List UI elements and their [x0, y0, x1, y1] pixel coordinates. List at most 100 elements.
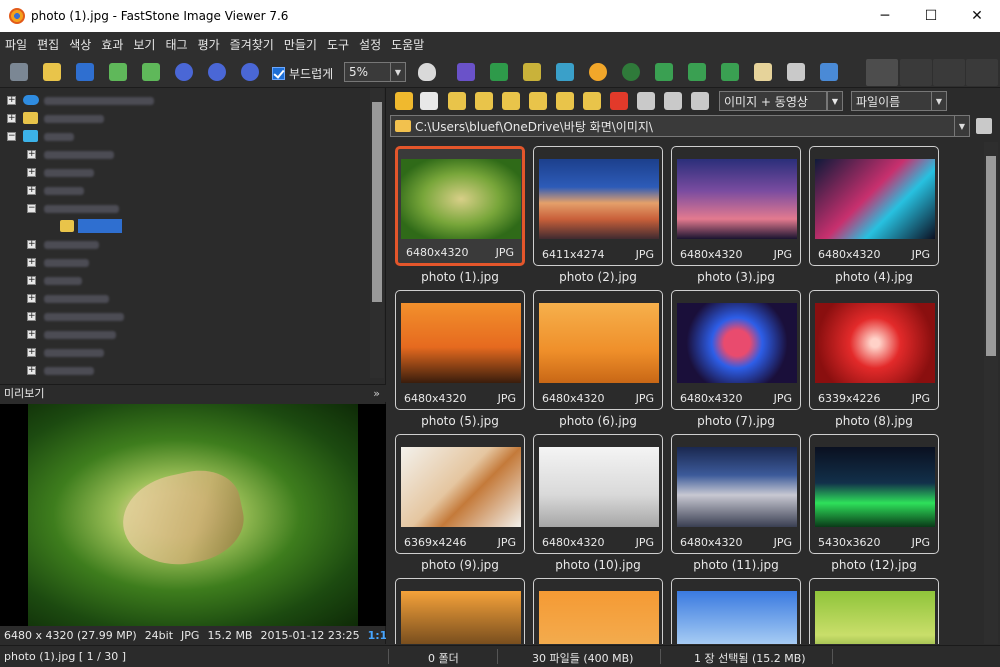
move-to-icon[interactable] — [583, 92, 601, 110]
tree-item[interactable]: + — [0, 236, 370, 254]
thumbnail-filename[interactable]: photo (12).jpg — [809, 558, 939, 572]
zoom-in-icon[interactable] — [173, 61, 195, 83]
thumbnail-filename[interactable]: photo (4).jpg — [809, 270, 939, 284]
expand-icon[interactable]: + — [27, 348, 36, 357]
menu-effects[interactable]: 효과 — [96, 36, 128, 53]
slideshow-icon[interactable] — [455, 61, 477, 83]
delete-icon[interactable] — [610, 92, 628, 110]
thumbnail-filename[interactable]: photo (2).jpg — [533, 270, 663, 284]
print-icon[interactable] — [785, 61, 807, 83]
thumbnail-card[interactable]: 6480x4320 JPG — [395, 290, 525, 410]
prev-icon[interactable] — [107, 61, 129, 83]
zoom-out-icon[interactable] — [206, 61, 228, 83]
collapse-chevron-icon[interactable]: » — [373, 385, 380, 403]
camera-icon[interactable] — [8, 61, 30, 83]
expand-icon[interactable]: + — [27, 312, 36, 321]
expand-icon[interactable]: + — [27, 276, 36, 285]
expand-icon[interactable]: + — [27, 240, 36, 249]
tree-item[interactable]: + — [0, 362, 370, 380]
minimize-button[interactable]: ─ — [862, 0, 908, 32]
thumbnail-card[interactable]: 6369x4246 JPG — [395, 434, 525, 554]
thumbnail-card[interactable]: 6480x4320 JPG — [671, 434, 801, 554]
thumbnail-card[interactable] — [809, 578, 939, 644]
thumbnail-card[interactable] — [395, 578, 525, 644]
open-folder-icon[interactable] — [41, 61, 63, 83]
thumbnail-filename[interactable]: photo (1).jpg — [395, 270, 525, 284]
scrollbar-thumb[interactable] — [372, 102, 382, 302]
back-icon[interactable] — [395, 92, 413, 110]
view-mode-thumbnails-icon[interactable] — [866, 59, 898, 86]
menu-edit[interactable]: 편집 — [32, 36, 64, 53]
view-mode-filmstrip-icon[interactable] — [900, 59, 932, 86]
menu-create[interactable]: 만들기 — [279, 36, 322, 53]
chevron-down-icon[interactable]: ▼ — [931, 92, 946, 110]
tree-item[interactable]: + — [0, 290, 370, 308]
thumbnail-filename[interactable]: photo (5).jpg — [395, 414, 525, 428]
trash-icon[interactable] — [976, 118, 992, 134]
chevron-down-icon[interactable]: ▼ — [827, 91, 843, 111]
thumbnail-card[interactable] — [671, 578, 801, 644]
list-view-icon[interactable] — [664, 92, 682, 110]
rotate-right-icon[interactable] — [686, 61, 708, 83]
smooth-checkbox[interactable]: 부드럽게 — [272, 65, 333, 82]
settings-icon[interactable] — [818, 61, 840, 83]
expand-icon[interactable]: + — [27, 150, 36, 159]
menu-color[interactable]: 색상 — [64, 36, 96, 53]
menu-file[interactable]: 파일 — [0, 36, 32, 53]
resize-icon[interactable] — [488, 61, 510, 83]
thumbnail-card[interactable]: 6480x4320 JPG — [671, 290, 801, 410]
tree-item[interactable]: − — [0, 200, 370, 218]
expand-icon[interactable]: + — [27, 294, 36, 303]
path-input[interactable]: C:\Users\bluef\OneDrive\바탕 화면\이미지\ ▼ — [390, 115, 970, 137]
grid-scrollbar[interactable] — [984, 142, 998, 644]
menu-help[interactable]: 도움말 — [386, 36, 429, 53]
up-folder-icon[interactable] — [448, 92, 466, 110]
thumbnail-card[interactable] — [533, 578, 663, 644]
sort-select[interactable]: 파일이름 ▼ — [851, 91, 947, 111]
expand-icon[interactable]: + — [27, 258, 36, 267]
sun-icon[interactable] — [587, 61, 609, 83]
tree-item[interactable]: + — [0, 254, 370, 272]
expand-icon[interactable]: + — [27, 366, 36, 375]
next-icon[interactable] — [140, 61, 162, 83]
details-view-icon[interactable] — [691, 92, 709, 110]
maximize-button[interactable]: ☐ — [908, 0, 954, 32]
ratio-icon[interactable]: 1:1 — [368, 629, 386, 642]
checkbox-icon[interactable] — [272, 67, 285, 80]
color-icon[interactable] — [554, 61, 576, 83]
globe-icon[interactable] — [620, 61, 642, 83]
tree-item[interactable]: + — [0, 110, 370, 128]
expand-icon[interactable]: + — [27, 168, 36, 177]
menu-tags[interactable]: 태그 — [160, 36, 192, 53]
menu-settings[interactable]: 설정 — [354, 36, 386, 53]
save-icon[interactable] — [74, 61, 96, 83]
folder-tree[interactable]: + + − + + + − + + + + + + + + — [0, 88, 370, 378]
tree-item[interactable]: + — [0, 92, 370, 110]
thumbnail-card[interactable]: 6480x4320 JPG — [671, 146, 801, 266]
thumbnail-card[interactable]: 6480x4320 JPG — [809, 146, 939, 266]
menu-view[interactable]: 보기 — [128, 36, 160, 53]
crop-icon[interactable] — [521, 61, 543, 83]
refresh-folder-icon[interactable] — [475, 92, 493, 110]
zoom-select[interactable]: 5% ▼ — [344, 62, 406, 82]
new-folder-icon[interactable] — [529, 92, 547, 110]
chevron-down-icon[interactable]: ▼ — [954, 116, 969, 136]
wallpaper-icon[interactable] — [752, 61, 774, 83]
thumbnail-card[interactable]: 6480x4320 JPG — [395, 146, 525, 266]
thumbnail-card[interactable]: 5430x3620 JPG — [809, 434, 939, 554]
thumbnail-card[interactable]: 6339x4226 JPG — [809, 290, 939, 410]
thumbnail-card[interactable]: 6480x4320 JPG — [533, 434, 663, 554]
chevron-down-icon[interactable]: ▼ — [390, 63, 405, 81]
tree-item[interactable]: − — [0, 128, 370, 146]
tree-item-selected[interactable] — [0, 218, 370, 236]
menu-tools[interactable]: 도구 — [322, 36, 354, 53]
thumbnail-filename[interactable]: photo (7).jpg — [671, 414, 801, 428]
hand-icon[interactable] — [416, 61, 438, 83]
thumbnail-filename[interactable]: photo (11).jpg — [671, 558, 801, 572]
tree-scrollbar[interactable] — [370, 88, 384, 378]
thumbnail-filename[interactable]: photo (10).jpg — [533, 558, 663, 572]
favorite-folder-icon[interactable] — [502, 92, 520, 110]
expand-icon[interactable]: + — [27, 330, 36, 339]
fullscreen-icon[interactable] — [966, 59, 998, 86]
close-button[interactable]: ✕ — [954, 0, 1000, 32]
